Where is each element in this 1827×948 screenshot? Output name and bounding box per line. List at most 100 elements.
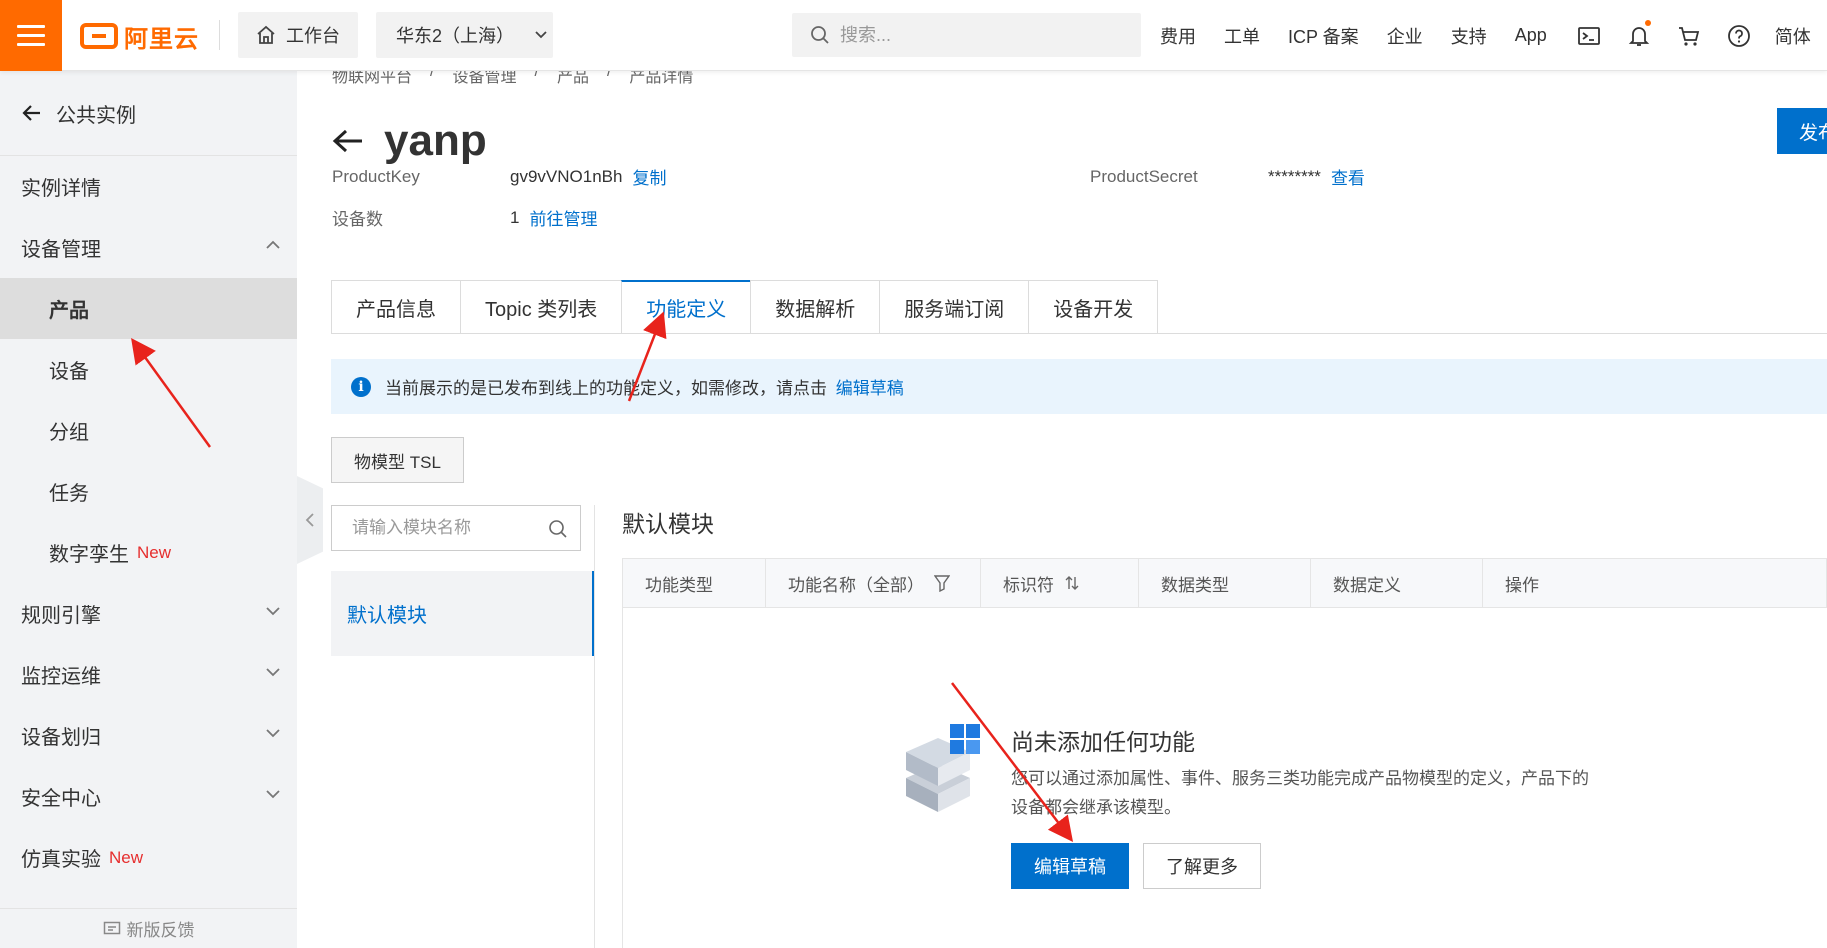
module-search-input[interactable] [352,518,542,538]
tab-data-parsing[interactable]: 数据解析 [750,280,880,334]
back-label: 公共实例 [56,104,136,127]
notification-dot [1644,19,1651,26]
column-header-identifier[interactable]: 标识符 [981,559,1139,607]
cart-icon[interactable] [1675,22,1703,50]
column-header-type: 功能类型 [623,559,766,607]
region-label: 华东2（上海） [396,26,515,46]
top-nav: 费用 工单 ICP 备案 企业 支持 App 简体 [1160,0,1827,71]
publish-button[interactable]: 发布 [1777,108,1827,154]
sidebar-item-label: 仿真实验 [21,849,101,871]
sidebar-item-rules-engine[interactable]: 规则引擎 [0,583,297,644]
sidebar-item-simulation[interactable]: 仿真实验 New [0,827,297,888]
sidebar-item-devices[interactable]: 设备 [0,339,297,400]
aliyun-logo[interactable]: 阿里云 [80,18,199,54]
tab-function-definition[interactable]: 功能定义 [621,280,751,334]
aliyun-logo-mark [80,23,118,49]
help-icon[interactable] [1725,22,1753,50]
sidebar-item-label: 安全中心 [21,788,101,810]
feedback-link[interactable]: 新版反馈 [0,908,297,948]
column-header-data-definition: 数据定义 [1311,559,1483,607]
nav-enterprise[interactable]: 企业 [1387,23,1423,49]
feedback-label: 新版反馈 [126,921,195,940]
sidebar-item-security-center[interactable]: 安全中心 [0,766,297,827]
search-icon[interactable] [548,519,568,539]
region-selector[interactable]: 华东2（上海） [376,12,553,58]
nav-icp[interactable]: ICP 备案 [1288,23,1359,49]
chevron-up-icon [266,240,280,249]
sidebar-item-label: 设备划归 [21,727,101,749]
sidebar-item-instance-details[interactable]: 实例详情 [0,156,297,217]
column-header-name[interactable]: 功能名称（全部） [766,559,981,607]
empty-state-description: 您可以通过添加属性、事件、服务三类功能完成产品物模型的定义，产品下的设备都会继承… [1011,769,1589,817]
bell-icon[interactable] [1625,19,1653,50]
sidebar-item-label: 数字孪生 [49,544,129,566]
filter-icon[interactable] [934,574,950,592]
sidebar-item-tasks[interactable]: 任务 [0,461,297,522]
tab-topic-list[interactable]: Topic 类列表 [460,280,622,334]
edit-draft-button[interactable]: 编辑草稿 [1011,843,1129,889]
sidebar-item-device-assignment[interactable]: 设备划归 [0,705,297,766]
learn-more-button[interactable]: 了解更多 [1143,843,1261,889]
notice-edit-draft-link[interactable]: 编辑草稿 [836,379,904,398]
column-header-data-type: 数据类型 [1139,559,1311,607]
tab-server-subscription[interactable]: 服务端订阅 [879,280,1029,334]
chevron-down-icon [266,790,280,799]
column-header-label: 操作 [1505,575,1539,595]
sidebar-item-label: 分组 [49,422,89,444]
feedback-icon [103,921,120,934]
copy-link[interactable]: 复制 [632,164,666,189]
nav-app[interactable]: App [1515,25,1547,46]
notice-text: 当前展示的是已发布到线上的功能定义，如需修改，请点击 [385,379,827,398]
workbench-label: 工作台 [286,26,340,46]
sidebar-item-label: 实例详情 [21,178,101,200]
tab-product-info[interactable]: 产品信息 [331,280,460,334]
home-icon [257,25,275,44]
empty-state-illustration [906,724,980,812]
back-arrow-icon[interactable] [332,128,364,154]
column-header-label: 标识符 [1003,575,1054,595]
sort-icon[interactable] [1064,575,1080,591]
chevron-down-icon [266,729,280,738]
column-header-actions: 操作 [1483,559,1826,607]
sidebar: 公共实例 实例详情 设备管理 产品 设备 分组 任务 数字孪生 New 规则引擎… [0,71,297,948]
tab-device-development[interactable]: 设备开发 [1028,280,1159,334]
sidebar-item-digital-twin[interactable]: 数字孪生 New [0,522,297,583]
view-secret-link[interactable]: 查看 [1331,164,1365,189]
nav-tickets[interactable]: 工单 [1224,23,1260,49]
sidebar-item-monitoring[interactable]: 监控运维 [0,644,297,705]
back-to-instances[interactable]: 公共实例 [0,71,297,156]
page-title-row: yanp [332,116,487,166]
divider [219,20,220,50]
module-search[interactable] [331,505,581,551]
tsl-button[interactable]: 物模型 TSL [331,437,464,483]
info-icon: i [351,376,371,397]
logo-text: 阿里云 [124,25,199,53]
global-search[interactable] [792,13,1141,57]
device-count-value: 1 [510,207,520,227]
sidebar-item-device-management[interactable]: 设备管理 [0,217,297,278]
sidebar-item-label: 设备 [49,361,89,383]
module-list-item[interactable]: 默认模块 [331,571,594,656]
top-bar: 阿里云 工作台 华东2（上海） 费用 工单 ICP 备案 企业 支持 App 简… [0,0,1827,71]
nav-billing[interactable]: 费用 [1160,23,1196,49]
chevron-down-icon [266,607,280,616]
product-secret-label: ProductSecret [1090,166,1198,186]
product-tabs: 产品信息 Topic 类列表 功能定义 数据解析 服务端订阅 设备开发 [331,280,1159,334]
hamburger-menu-icon[interactable] [0,0,62,71]
page-title: yanp [384,116,487,165]
arrow-left-icon [22,105,40,121]
terminal-icon[interactable] [1575,22,1603,50]
product-secret-row: ProductSecret ******** 查看 [1090,164,1365,189]
sidebar-item-groups[interactable]: 分组 [0,400,297,461]
search-input[interactable] [840,24,1120,46]
tabs-divider [331,333,1827,334]
manage-devices-link[interactable]: 前往管理 [529,205,597,230]
workbench-button[interactable]: 工作台 [238,12,358,58]
new-badge: New [137,542,172,562]
device-count-row: 设备数 1 前往管理 [332,205,597,230]
nav-support[interactable]: 支持 [1451,23,1487,49]
sidebar-item-products[interactable]: 产品 [0,278,297,339]
module-title: 默认模块 [622,511,714,537]
language-switch[interactable]: 简体 [1775,23,1811,49]
column-header-label: 功能类型 [645,575,713,595]
